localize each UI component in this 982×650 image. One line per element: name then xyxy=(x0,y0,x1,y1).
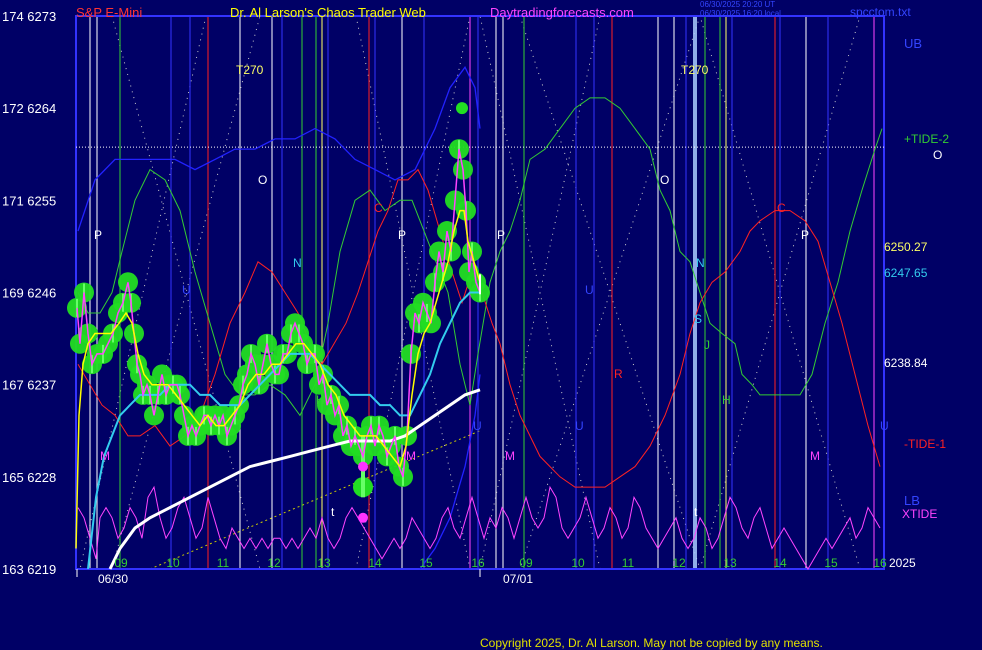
event-marker: U xyxy=(575,419,584,433)
file-label: spcctom.txt xyxy=(850,5,911,19)
x-tick-label: 13 xyxy=(317,556,331,570)
x-tick-label: 14 xyxy=(773,556,787,570)
instrument-label: S&P E-Mini xyxy=(76,5,143,20)
y-tick-label: 163 6219 xyxy=(2,562,56,577)
event-marker: P xyxy=(801,228,809,242)
event-marker: O xyxy=(660,173,669,187)
event-marker: P xyxy=(398,228,406,242)
x-tick-label: 16 xyxy=(471,556,485,570)
x-tick-label: 15 xyxy=(824,556,838,570)
event-marker: T270 xyxy=(236,63,264,77)
chart-root: 174 6273 172 6264 171 6255 169 6246 167 6237… xyxy=(0,0,982,650)
copyright-notice: Copyright 2025, Dr. Al Larson. May not b… xyxy=(480,636,823,650)
event-marker: M xyxy=(406,449,416,463)
event-marker: U xyxy=(473,419,482,433)
event-marker: U xyxy=(880,419,889,433)
x-tick-label: 09 xyxy=(114,556,128,570)
tide-minus-label: -TIDE-1 xyxy=(904,437,946,451)
date-label: 07/01 xyxy=(503,572,533,586)
event-marker: H xyxy=(722,393,731,407)
event-marker: T270 xyxy=(681,63,709,77)
x-tick-label: 15 xyxy=(419,556,433,570)
year-label: 2025 xyxy=(889,556,916,570)
x-tick-label: 14 xyxy=(368,556,382,570)
x-tick-label: 16 xyxy=(873,556,887,570)
value-label-2: 6247.65 xyxy=(884,266,928,280)
value-label-3: 6238.84 xyxy=(884,356,928,370)
date-label: 06/30 xyxy=(98,572,128,586)
xtide-label: XTIDE xyxy=(902,507,937,521)
y-tick-label: 165 6228 xyxy=(2,470,56,485)
y-tick-label: 171 6255 xyxy=(2,193,56,208)
site-label: Daytradingforecasts.com xyxy=(490,5,634,20)
y-tick-label: 174 6273 xyxy=(2,9,56,24)
event-marker: t xyxy=(694,505,698,519)
event-marker: C xyxy=(777,201,786,215)
chart-canvas: 174 6273 172 6264 171 6255 169 6246 167 6237… xyxy=(2,9,949,586)
ub-label: UB xyxy=(904,36,922,51)
event-marker: O xyxy=(258,173,267,187)
x-tick-label: 10 xyxy=(571,556,585,570)
tide-plus-label: +TIDE-2 xyxy=(904,132,949,146)
x-tick-label: 11 xyxy=(622,556,635,570)
x-tick-label: 12 xyxy=(672,556,686,570)
event-marker: M xyxy=(505,449,515,463)
timestamp-ut: 06/30/2025 20:20 UT xyxy=(700,0,776,9)
highlight-dot xyxy=(456,102,468,115)
event-marker: S xyxy=(694,312,702,326)
value-label-1: 6250.27 xyxy=(884,240,928,254)
event-marker: C xyxy=(374,201,383,215)
magenta-dot xyxy=(358,512,368,523)
lb-label: LB xyxy=(904,493,920,508)
event-marker: H xyxy=(316,393,325,407)
x-tick-label: 09 xyxy=(519,556,533,570)
event-marker: P xyxy=(94,228,102,242)
chart-title: Dr. Al Larson's Chaos Trader Web xyxy=(230,5,426,20)
y-tick-label: 172 6264 xyxy=(2,101,56,116)
x-tick-label: 12 xyxy=(267,556,281,570)
x-tick-label: 10 xyxy=(166,556,180,570)
event-marker: M xyxy=(810,449,820,463)
x-tick-label: 11 xyxy=(217,556,230,570)
event-marker: P xyxy=(497,228,505,242)
event-marker: J xyxy=(704,338,710,352)
magenta-dot xyxy=(358,461,368,472)
event-marker: t xyxy=(331,505,335,519)
o-label: O xyxy=(933,148,942,162)
event-marker: N xyxy=(696,256,705,270)
event-marker: M xyxy=(100,449,110,463)
event-marker: U xyxy=(182,283,191,297)
event-marker: N xyxy=(293,256,302,270)
ub-band-line xyxy=(77,65,481,232)
timestamp-local: 06/30/2025 16:20 local xyxy=(700,9,781,18)
x-tick-label: 13 xyxy=(723,556,737,570)
y-tick-label: 167 6237 xyxy=(2,378,56,393)
event-marker: R xyxy=(614,367,623,381)
event-marker: U xyxy=(585,283,594,297)
y-tick-label: 169 6246 xyxy=(2,286,56,301)
